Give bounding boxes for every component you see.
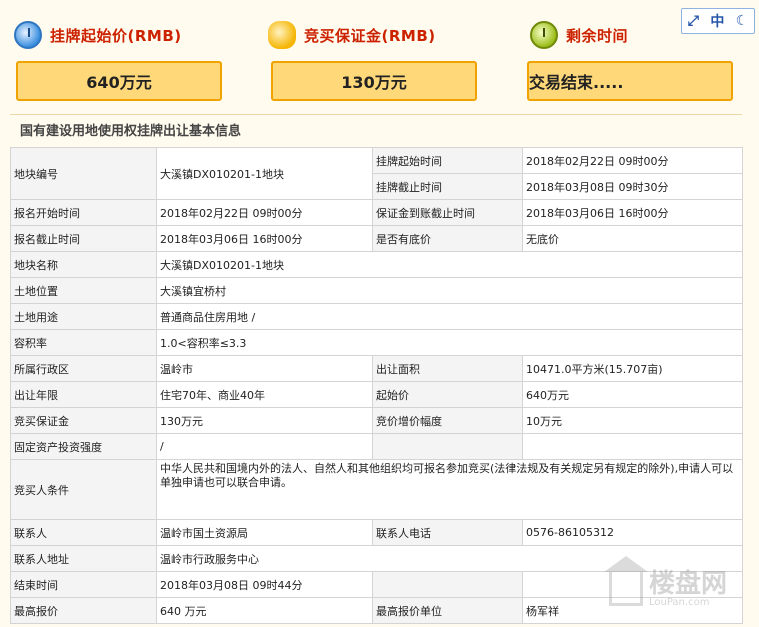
parcel-no-value: 大溪镇DX010201-1地块 [156,147,373,200]
list-start-key: 挂牌起始时间 [372,147,523,174]
house-icon [604,556,648,606]
district-key: 所属行政区 [10,355,157,382]
reserve-value: 无底价 [522,225,743,252]
coins-icon [268,21,296,49]
deposit-value: 130万元 [271,61,477,101]
reg-start-key: 报名开始时间 [10,199,157,226]
language-toggle[interactable]: 中 [710,11,724,31]
top-bidder-key: 最高报价单位 [372,597,523,624]
far-key: 容积率 [10,329,157,356]
summary-header: 挂牌起始价(RMB) 竞买保证金(RMB) 剩余时间 640万元 130万元 交… [0,0,759,110]
deposit-deadline-key: 保证金到账截止时间 [372,199,523,226]
remaining-value: 交易结束..... [527,61,733,101]
list-start-value: 2018年02月22日 09时00分 [522,147,743,174]
language-toolbar: ⤢ 中 ☾ [681,8,755,34]
top-bid-value: 640 万元 [156,597,373,624]
far-value: 1.0<容积率≤3.3 [156,329,743,356]
watermark-text: 楼盘网 [649,568,728,599]
land-info-table: 地块编号 大溪镇DX010201-1地块 挂牌起始时间 2018年02月22日 … [10,147,743,624]
invest-key: 固定资产投资强度 [10,433,157,460]
reg-start-value: 2018年02月22日 09时00分 [156,199,373,226]
location-value: 大溪镇宜桥村 [156,277,743,304]
top-bid-key: 最高报价 [10,597,157,624]
end-time-value: 2018年03月08日 09时44分 [156,571,373,598]
remaining-label: 剩余时间 [566,26,629,45]
moon-icon[interactable]: ☾ [736,13,749,29]
list-end-key: 挂牌截止时间 [372,173,523,200]
contact-key: 联系人 [10,519,157,546]
phone-value: 0576-86105312 [522,519,743,546]
start-price-label: 挂牌起始价(RMB) [50,26,182,45]
list-end-value: 2018年03月08日 09时30分 [522,173,743,200]
table-row: 地块编号 大溪镇DX010201-1地块 挂牌起始时间 2018年02月22日 … [10,147,743,200]
deposit-label: 竞买保证金(RMB) [304,26,436,45]
section-title: 国有建设用地使用权挂牌出让基本信息 [20,124,242,139]
conditions-key: 竞买人条件 [10,459,157,520]
increment-value: 10万元 [522,407,743,434]
clock-icon [14,21,42,49]
deposit-header: 竞买保证金(RMB) [268,18,436,52]
location-key: 土地位置 [10,277,157,304]
table-row: 联系人 温岭市国土资源局 联系人电话 0576-86105312 [10,519,743,546]
table-row: 固定资产投资强度 / [10,433,743,460]
table-row: 报名截止时间 2018年03月06日 16时00分 是否有底价 无底价 [10,225,743,252]
name-key: 地块名称 [10,251,157,278]
table-row: 出让年限 住宅70年、商业40年 起始价 640万元 [10,381,743,408]
table-row: 土地用途 普通商品住房用地 / [10,303,743,330]
table-row: 报名开始时间 2018年02月22日 09时00分 保证金到账截止时间 2018… [10,199,743,226]
term-key: 出让年限 [10,381,157,408]
parcel-no-key: 地块编号 [10,147,157,200]
table-row: 土地位置 大溪镇宜桥村 [10,277,743,304]
district-value: 温岭市 [156,355,373,382]
use-value: 普通商品住房用地 / [156,303,743,330]
deposit-cell: 130万元 [156,407,373,434]
empty-cell [372,571,523,598]
address-key: 联系人地址 [10,545,157,572]
conditions-value: 中华人民共和国境内外的法人、自然人和其他组织均可报名参加竞买(法律法规及有关规定… [156,459,743,520]
reg-end-value: 2018年03月06日 16时00分 [156,225,373,252]
deposit-key: 竞买保证金 [10,407,157,434]
empty-cell [372,433,523,460]
invest-value: / [156,433,373,460]
area-value: 10471.0平方米(15.707亩) [522,355,743,382]
reserve-key: 是否有底价 [372,225,523,252]
table-row: 地块名称 大溪镇DX010201-1地块 [10,251,743,278]
start-price-key: 起始价 [372,381,523,408]
area-key: 出让面积 [372,355,523,382]
start-price-cell: 640万元 [522,381,743,408]
deposit-deadline-value: 2018年03月06日 16时00分 [522,199,743,226]
start-price-header: 挂牌起始价(RMB) [14,18,182,52]
alarm-clock-icon [530,21,558,49]
empty-cell [522,433,743,460]
table-row: 竞买人条件 中华人民共和国境内外的法人、自然人和其他组织均可报名参加竞买(法律法… [10,459,743,520]
divider [10,114,742,115]
phone-key: 联系人电话 [372,519,523,546]
reg-end-key: 报名截止时间 [10,225,157,252]
table-row: 容积率 1.0<容积率≤3.3 [10,329,743,356]
end-time-key: 结束时间 [10,571,157,598]
name-value: 大溪镇DX010201-1地块 [156,251,743,278]
table-row: 竞买保证金 130万元 竞价增价幅度 10万元 [10,407,743,434]
watermark: 楼盘网 LouPan.com [604,556,749,619]
remaining-header: 剩余时间 [530,18,628,52]
contact-value: 温岭市国土资源局 [156,519,373,546]
use-key: 土地用途 [10,303,157,330]
increment-key: 竞价增价幅度 [372,407,523,434]
term-value: 住宅70年、商业40年 [156,381,373,408]
start-price-value: 640万元 [16,61,222,101]
table-row: 所属行政区 温岭市 出让面积 10471.0平方米(15.707亩) [10,355,743,382]
expand-icon[interactable]: ⤢ [688,13,699,29]
